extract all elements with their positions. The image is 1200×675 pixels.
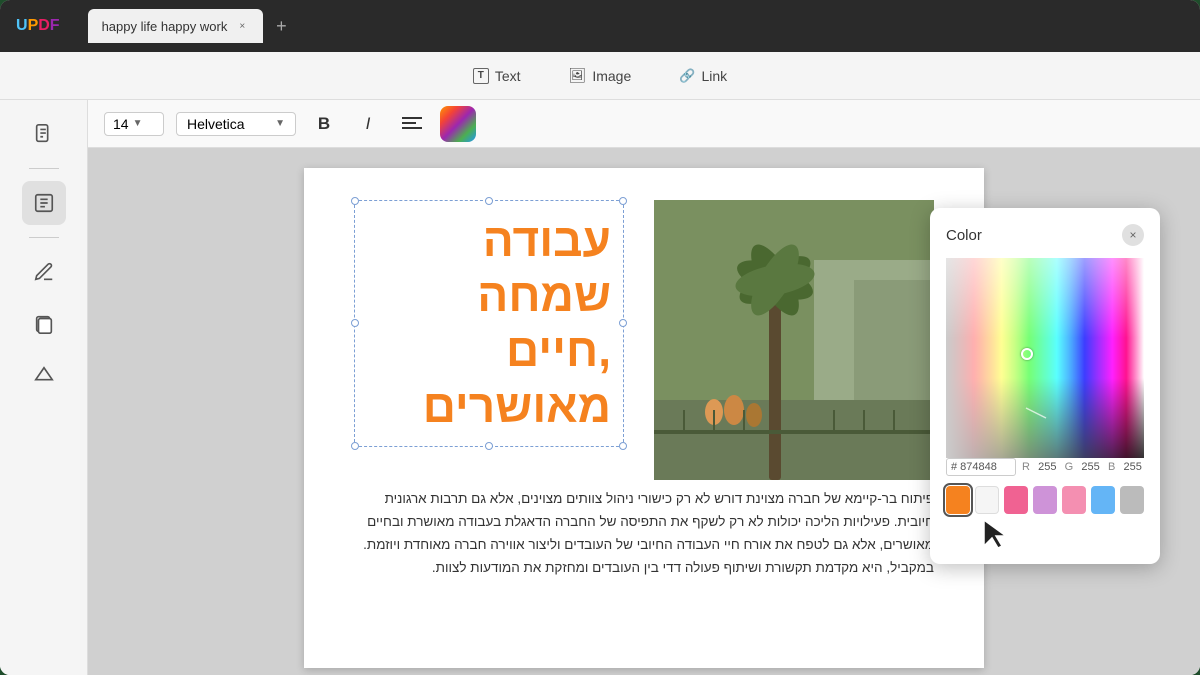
sidebar-icon-text-edit[interactable]	[22, 181, 66, 225]
hebrew-text: עבודהשמחה,חייםמאושרים	[367, 213, 611, 434]
sidebar-divider	[29, 168, 59, 169]
align-button[interactable]	[396, 108, 428, 140]
b-label: B	[1108, 461, 1115, 473]
font-family-value: Helvetica	[187, 116, 245, 132]
font-size-value: 14	[113, 116, 129, 132]
font-size-chevron: ▼	[133, 118, 143, 129]
r-label: R	[1022, 461, 1030, 473]
swatch-light-pink[interactable]	[1062, 486, 1086, 514]
handle-ml[interactable]	[351, 319, 359, 327]
image-label: Image	[592, 68, 631, 84]
hex-input[interactable]	[946, 458, 1016, 476]
italic-button[interactable]: I	[352, 108, 384, 140]
content-area: 14 ▼ Helvetica ▼ B I	[0, 100, 1200, 675]
color-picker-close-button[interactable]: ×	[1122, 224, 1144, 246]
toolbar-text[interactable]: T Text	[465, 64, 529, 88]
sidebar-divider-2	[29, 237, 59, 238]
handle-bl[interactable]	[351, 442, 359, 450]
active-tab[interactable]: happy life happy work ×	[88, 9, 264, 43]
handle-tm[interactable]	[485, 197, 493, 205]
tab-label: happy life happy work	[102, 19, 228, 34]
sidebar-icon-annotate[interactable]	[22, 250, 66, 294]
body-text: פיתוח בר-קיימא של חברה מצוינת דורש לא רק…	[354, 488, 934, 580]
text-icon: T	[473, 68, 489, 84]
bold-button[interactable]: B	[308, 108, 340, 140]
text-label: Text	[495, 68, 521, 84]
top-toolbar: T Text 🖼 Image 🔗 Link	[0, 52, 1200, 100]
link-icon: 🔗	[679, 68, 695, 84]
swatch-blue[interactable]	[1091, 486, 1115, 514]
new-tab-button[interactable]: +	[267, 12, 295, 40]
document-image	[654, 200, 934, 480]
font-size-selector[interactable]: 14 ▼	[104, 112, 164, 136]
g-label: G	[1065, 461, 1074, 473]
handle-tl[interactable]	[351, 197, 359, 205]
tab-bar: happy life happy work × +	[88, 9, 296, 43]
image-icon: 🖼	[569, 67, 587, 84]
toolbar-image[interactable]: 🖼 Image	[561, 63, 640, 88]
toolbar-link[interactable]: 🔗 Link	[671, 64, 735, 88]
g-value: 255	[1079, 461, 1102, 473]
color-picker-header: Color ×	[946, 224, 1144, 246]
color-picker-panel: Color ×	[930, 208, 1160, 564]
link-label: Link	[701, 68, 727, 84]
handle-bm[interactable]	[485, 442, 493, 450]
pdf-page: עבודהשמחה,חייםמאושרים	[304, 168, 984, 668]
page-area: 14 ▼ Helvetica ▼ B I	[88, 100, 1200, 675]
swatch-pink[interactable]	[1004, 486, 1028, 514]
left-sidebar	[0, 100, 88, 675]
color-values-row: R 255 G 255 B 255	[946, 458, 1144, 476]
app-logo: UPDF	[16, 17, 60, 35]
title-bar: UPDF happy life happy work × +	[0, 0, 1200, 52]
swatch-white[interactable]	[975, 486, 999, 514]
swatch-gray[interactable]	[1120, 486, 1144, 514]
r-value: 255	[1036, 461, 1059, 473]
sidebar-icon-pages[interactable]	[22, 302, 66, 346]
color-gradient-area[interactable]	[946, 258, 1144, 458]
swatch-purple[interactable]	[1033, 486, 1057, 514]
sidebar-icon-document[interactable]	[22, 112, 66, 156]
color-picker-title: Color	[946, 227, 982, 244]
cursor-area	[946, 518, 1144, 548]
swatch-orange[interactable]	[946, 486, 970, 514]
formatting-toolbar: 14 ▼ Helvetica ▼ B I	[88, 100, 1200, 148]
color-swatches	[946, 486, 1144, 514]
app-window: UPDF happy life happy work × + T Text 🖼 …	[0, 0, 1200, 675]
handle-tr[interactable]	[619, 197, 627, 205]
sidebar-icon-shapes[interactable]	[22, 354, 66, 398]
tab-close-button[interactable]: ×	[235, 19, 249, 33]
font-family-selector[interactable]: Helvetica ▼	[176, 112, 296, 136]
text-box-selected[interactable]: עבודהשמחה,חייםמאושרים	[354, 200, 624, 447]
b-value: 255	[1121, 461, 1144, 473]
main-content: T Text 🖼 Image 🔗 Link	[0, 52, 1200, 675]
handle-mr[interactable]	[619, 319, 627, 327]
color-picker-button[interactable]	[440, 106, 476, 142]
pdf-scroll[interactable]: עבודהשמחה,חייםמאושרים	[88, 148, 1200, 675]
font-family-chevron: ▼	[275, 118, 285, 129]
document-image-inner	[654, 200, 934, 480]
handle-br[interactable]	[619, 442, 627, 450]
